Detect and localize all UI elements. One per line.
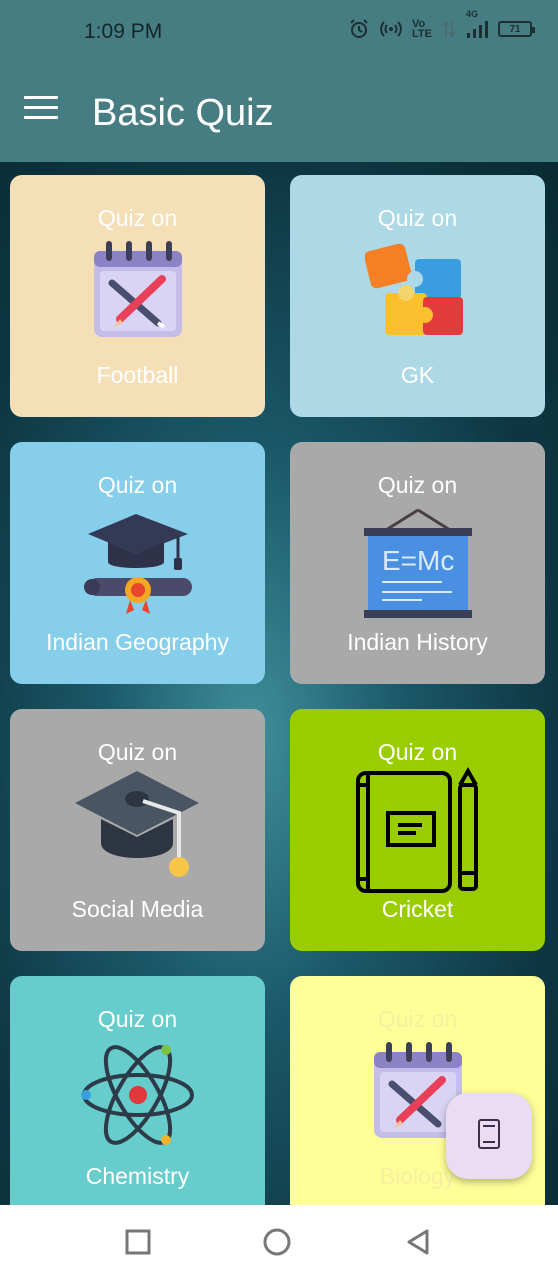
atom-icon bbox=[80, 1042, 196, 1153]
quiz-card-gk[interactable]: Quiz on GK bbox=[290, 175, 545, 417]
status-time: 1:09 PM bbox=[84, 20, 163, 43]
quiz-card-cricket[interactable]: Quiz on Cricket bbox=[290, 709, 545, 951]
recents-button[interactable] bbox=[123, 1227, 153, 1257]
triangle-back-icon bbox=[403, 1229, 433, 1261]
hotspot-icon bbox=[380, 19, 402, 39]
card-title: Indian History bbox=[347, 629, 488, 655]
card-title: Indian Geography bbox=[46, 629, 229, 655]
system-nav-bar bbox=[0, 1205, 558, 1280]
quiz-card-indian-history[interactable]: Quiz on E=Mc Indian History bbox=[290, 442, 545, 684]
quiz-card-indian-geography[interactable]: Quiz on Indian Geography bbox=[10, 442, 265, 684]
calendar-pencil-icon bbox=[90, 239, 186, 344]
card-prefix: Quiz on bbox=[97, 739, 178, 765]
data-arrows-icon bbox=[442, 19, 456, 39]
card-prefix: Quiz on bbox=[377, 739, 458, 765]
signal-icon: 4G bbox=[466, 9, 488, 39]
menu-icon[interactable] bbox=[24, 96, 58, 124]
fab-button[interactable] bbox=[446, 1093, 532, 1179]
alarm-icon bbox=[348, 18, 370, 40]
circle-icon bbox=[262, 1228, 292, 1261]
card-prefix: Quiz on bbox=[97, 205, 178, 231]
board-text: E=Mc bbox=[382, 545, 454, 576]
battery-icon: 71 bbox=[498, 21, 535, 37]
network-type-label: 4G bbox=[466, 9, 479, 19]
card-title: GK bbox=[400, 362, 435, 388]
quiz-card-chemistry[interactable]: Quiz on Chemistry bbox=[10, 976, 265, 1205]
graduation-cap-icon bbox=[73, 767, 203, 888]
app-bar: Basic Quiz bbox=[0, 64, 558, 162]
quiz-card-football[interactable]: Quiz on Football bbox=[10, 175, 265, 417]
card-title: Chemistry bbox=[85, 1163, 190, 1189]
card-prefix: Quiz on bbox=[377, 205, 458, 231]
card-prefix: Quiz on bbox=[377, 472, 458, 498]
app-title: Basic Quiz bbox=[92, 92, 274, 134]
notebook-pencil-icon bbox=[354, 765, 482, 898]
card-title: Social Media bbox=[71, 896, 204, 922]
card-title: Football bbox=[96, 362, 179, 388]
card-prefix: Quiz on bbox=[97, 1006, 178, 1032]
book-icon bbox=[476, 1118, 502, 1155]
status-bar: 1:09 PM Vo LTE 4G 71 bbox=[0, 0, 558, 64]
back-button[interactable] bbox=[403, 1227, 433, 1257]
square-icon bbox=[123, 1229, 153, 1261]
quiz-card-social-media[interactable]: Quiz on Social Media bbox=[10, 709, 265, 951]
card-prefix: Quiz on bbox=[97, 472, 178, 498]
graduation-diploma-icon bbox=[82, 508, 194, 619]
card-prefix: Quiz on bbox=[377, 1006, 458, 1032]
status-icons: Vo LTE 4G 71 bbox=[348, 9, 535, 40]
quiz-grid: Quiz on Football Quiz on GK Quiz on Indi… bbox=[0, 162, 558, 1205]
blackboard-icon: E=Mc bbox=[362, 508, 474, 625]
volte-icon: Vo LTE bbox=[412, 18, 432, 40]
puzzle-icon bbox=[364, 239, 469, 348]
home-button[interactable] bbox=[262, 1227, 292, 1257]
card-title: Cricket bbox=[381, 896, 454, 922]
